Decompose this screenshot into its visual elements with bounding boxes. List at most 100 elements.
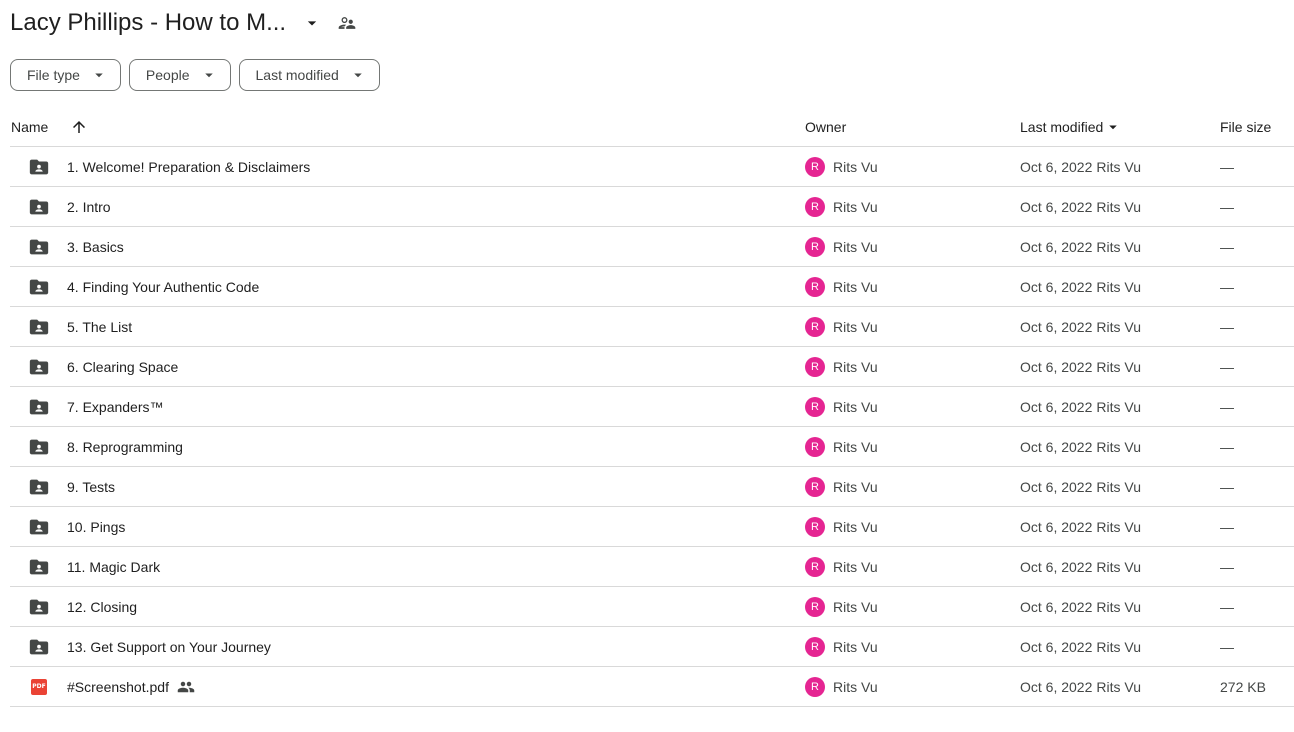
file-size: —	[1220, 478, 1234, 495]
table-row[interactable]: 6. Clearing Space R Rits Vu Oct 6, 2022 Rits…	[10, 347, 1294, 387]
owner-name: Rits Vu	[833, 278, 878, 295]
owner-name: Rits Vu	[833, 198, 878, 215]
header: Lacy Phillips - How to M...	[10, 6, 358, 40]
file-size: —	[1220, 398, 1234, 415]
file-list-table: Name Owner Last modified File size 1. We…	[10, 107, 1294, 707]
shared-folder-icon	[28, 436, 50, 458]
avatar: R	[805, 316, 825, 337]
shared-folder-icon	[28, 476, 50, 498]
last-modified-column-header[interactable]: Last modified	[1020, 119, 1103, 135]
file-name: 3. Basics	[67, 238, 124, 255]
shared-folder-icon	[28, 156, 50, 178]
file-size: —	[1220, 438, 1234, 455]
arrow-drop-down-icon[interactable]	[302, 13, 322, 33]
avatar: R	[805, 236, 825, 257]
modified-date: Oct 6, 2022	[1020, 518, 1093, 535]
file-size-column-header: File size	[1220, 118, 1272, 135]
table-row[interactable]: 10. Pings R Rits Vu Oct 6, 2022 Rits Vu —	[10, 507, 1294, 547]
modified-by: Rits Vu	[1096, 518, 1141, 535]
file-size: —	[1220, 518, 1234, 535]
chip-label: File type	[27, 67, 80, 83]
file-name: 4. Finding Your Authentic Code	[67, 278, 260, 295]
table-row[interactable]: 2. Intro R Rits Vu Oct 6, 2022 Rits Vu —	[10, 187, 1294, 227]
table-row[interactable]: PDF #Screenshot.pdf R Rits Vu Oct 6, 2022 Rit…	[10, 667, 1294, 707]
owner-column-header: Owner	[805, 118, 847, 135]
chip-label: Last modified	[255, 67, 339, 83]
file-name: 11. Magic Dark	[67, 558, 161, 575]
modified-date: Oct 6, 2022	[1020, 678, 1093, 695]
table-row[interactable]: 9. Tests R Rits Vu Oct 6, 2022 Rits Vu —	[10, 467, 1294, 507]
arrow-upward-icon[interactable]	[70, 118, 88, 136]
file-name: 9. Tests	[67, 478, 115, 495]
people-filter-chip[interactable]: People	[128, 59, 231, 91]
shared-folder-icon	[28, 236, 50, 258]
table-row[interactable]: 3. Basics R Rits Vu Oct 6, 2022 Rits Vu —	[10, 227, 1294, 267]
owner-name: Rits Vu	[833, 678, 878, 695]
arrow-drop-down-icon[interactable]	[1104, 118, 1122, 136]
modified-by: Rits Vu	[1096, 278, 1141, 295]
owner-name: Rits Vu	[833, 238, 878, 255]
file-name: 10. Pings	[67, 518, 126, 535]
owner-name: Rits Vu	[833, 318, 878, 335]
table-body: 1. Welcome! Preparation & Disclaimers R Ri…	[10, 147, 1294, 707]
name-column-header[interactable]: Name	[11, 119, 48, 135]
file-size: —	[1220, 598, 1234, 615]
table-row[interactable]: 12. Closing R Rits Vu Oct 6, 2022 Rits Vu —	[10, 587, 1294, 627]
file-size: 272 KB	[1220, 678, 1266, 695]
table-row[interactable]: 4. Finding Your Authentic Code R Rits Vu Oc…	[10, 267, 1294, 307]
modified-by: Rits Vu	[1096, 238, 1141, 255]
avatar: R	[805, 276, 825, 297]
modified-date: Oct 6, 2022	[1020, 198, 1093, 215]
file-type-filter-chip[interactable]: File type	[10, 59, 121, 91]
shared-folder-icon	[28, 636, 50, 658]
modified-by: Rits Vu	[1096, 438, 1141, 455]
owner-name: Rits Vu	[833, 478, 878, 495]
modified-date: Oct 6, 2022	[1020, 358, 1093, 375]
modified-date: Oct 6, 2022	[1020, 558, 1093, 575]
table-row[interactable]: 1. Welcome! Preparation & Disclaimers R Ri…	[10, 147, 1294, 187]
table-row[interactable]: 8. Reprogramming R Rits Vu Oct 6, 2022 Rits …	[10, 427, 1294, 467]
file-name: 8. Reprogramming	[67, 438, 183, 455]
file-name: 13. Get Support on Your Journey	[67, 638, 271, 655]
table-row[interactable]: 7. Expanders™ R Rits Vu Oct 6, 2022 Rits Vu —	[10, 387, 1294, 427]
pdf-icon: PDF	[28, 676, 50, 698]
file-name: 6. Clearing Space	[67, 358, 179, 375]
modified-by: Rits Vu	[1096, 598, 1141, 615]
folder-title[interactable]: Lacy Phillips - How to M...	[10, 9, 286, 37]
file-size: —	[1220, 238, 1234, 255]
shared-folder-icon	[28, 196, 50, 218]
shared-folder-icon	[28, 596, 50, 618]
avatar: R	[805, 556, 825, 577]
avatar: R	[805, 516, 825, 537]
modified-by: Rits Vu	[1096, 398, 1141, 415]
file-size: —	[1220, 318, 1234, 335]
modified-by: Rits Vu	[1096, 318, 1141, 335]
avatar: R	[805, 436, 825, 457]
modified-date: Oct 6, 2022	[1020, 318, 1093, 335]
modified-by: Rits Vu	[1096, 358, 1141, 375]
table-header: Name Owner Last modified File size	[10, 107, 1294, 147]
arrow-drop-down-icon	[204, 73, 213, 78]
modified-date: Oct 6, 2022	[1020, 238, 1093, 255]
owner-name: Rits Vu	[833, 598, 878, 615]
arrow-drop-down-icon	[95, 73, 103, 78]
pdf-badge: PDF	[31, 678, 47, 695]
shared-folder-icon	[28, 516, 50, 538]
modified-by: Rits Vu	[1096, 478, 1141, 495]
modified-date: Oct 6, 2022	[1020, 278, 1093, 295]
shared-folder-people-icon[interactable]	[336, 12, 358, 34]
shared-folder-icon	[28, 556, 50, 578]
avatar: R	[805, 396, 825, 417]
table-row[interactable]: 13. Get Support on Your Journey R Rits Vu O…	[10, 627, 1294, 667]
avatar: R	[805, 196, 825, 217]
owner-name: Rits Vu	[833, 398, 878, 415]
file-name: 2. Intro	[67, 198, 111, 215]
arrow-drop-down-icon	[354, 73, 362, 78]
table-row[interactable]: 5. The List R Rits Vu Oct 6, 2022 Rits Vu —	[10, 307, 1294, 347]
modified-by: Rits Vu	[1096, 158, 1141, 175]
file-name: 5. The List	[67, 318, 133, 335]
table-row[interactable]: 11. Magic Dark R Rits Vu Oct 6, 2022 Rits Vu…	[10, 547, 1294, 587]
last-modified-filter-chip[interactable]: Last modified	[238, 59, 380, 91]
modified-date: Oct 6, 2022	[1020, 398, 1093, 415]
avatar: R	[805, 636, 825, 657]
